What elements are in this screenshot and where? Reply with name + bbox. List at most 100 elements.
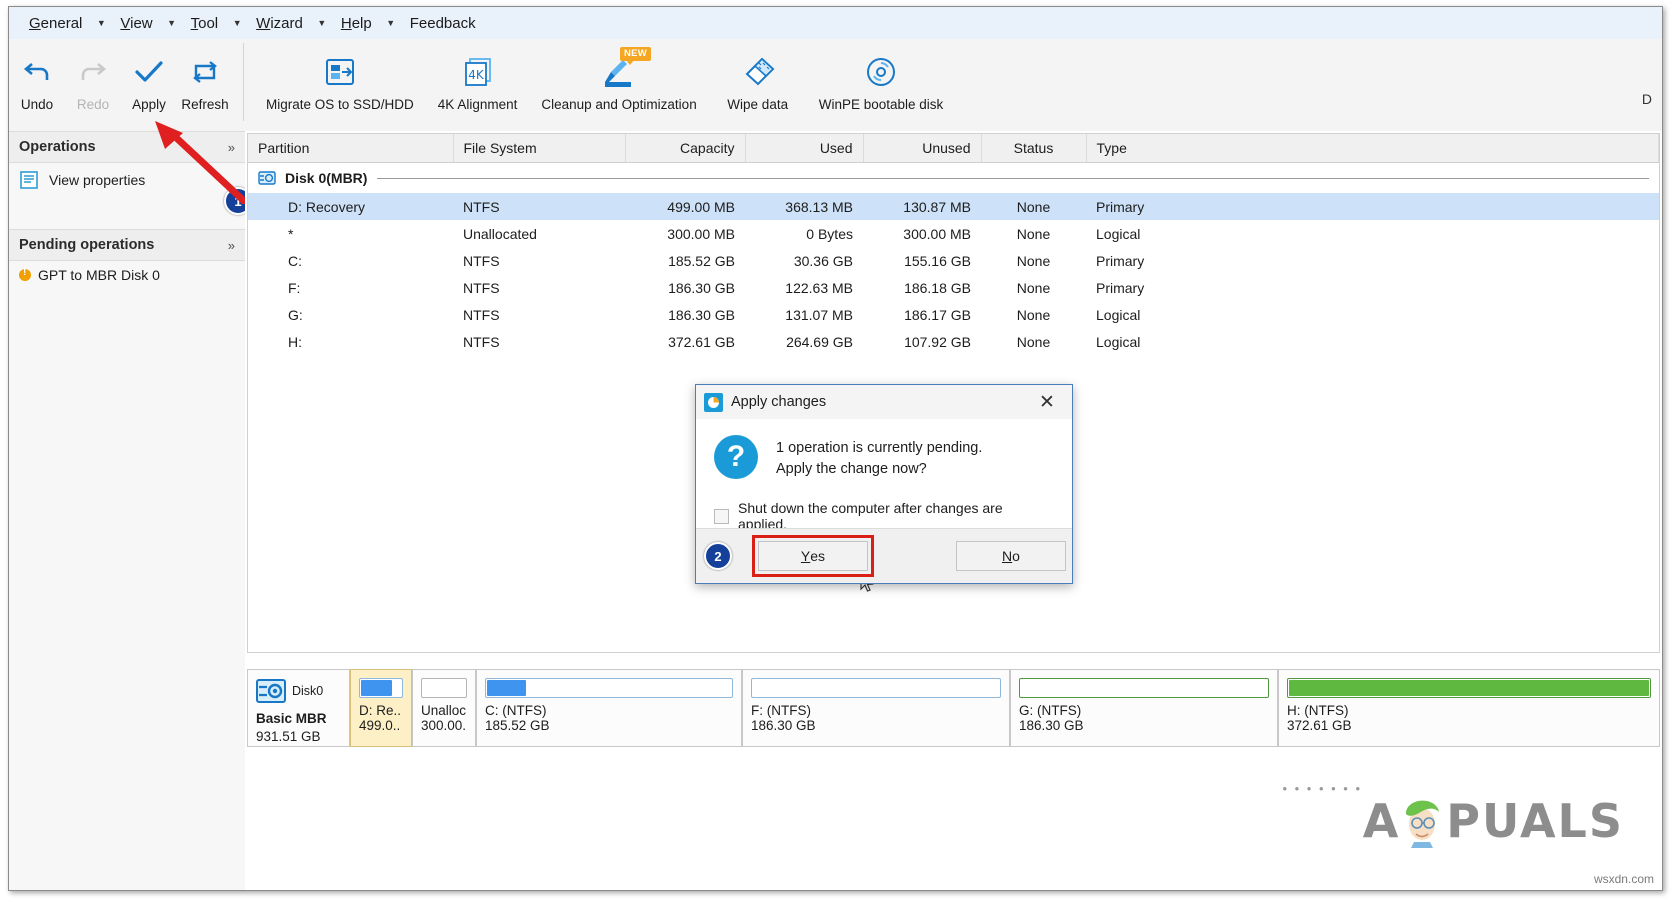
no-button[interactable]: No [956,541,1066,571]
apply-button[interactable]: Apply [121,39,177,135]
usage-bar [751,678,1001,698]
menu-item-feedback[interactable]: Feedback [404,12,482,35]
operations-title: Operations [19,139,228,155]
table-row[interactable]: G: NTFS 186.30 GB 131.07 MB 186.17 GB No… [248,301,1659,328]
cell-type: Logical [1086,220,1659,247]
migrate-os-label: Migrate OS to SSD/HDD [266,97,414,112]
disk-map-cell-label: C: (NTFS) [485,703,733,718]
disk-map-cell-unallocated[interactable]: Unalloc... 300.00.. [412,669,476,747]
cell-file-system: NTFS [453,247,625,274]
menu-bar: GGeneraleneral ▼ View ▼ Tool ▼ Wizard ▼ … [9,7,1662,40]
disk-group-row[interactable]: Disk 0(MBR) [248,163,1659,194]
pending-operations-section-header[interactable]: Pending operations » [9,229,245,261]
disk-icon-large [256,678,286,704]
menu-item-view[interactable]: View [114,12,158,35]
column-header-status[interactable]: Status [981,134,1086,163]
apply-label: Apply [132,97,166,112]
redo-icon [78,49,108,95]
cell-file-system: NTFS [453,328,625,355]
cell-used: 0 Bytes [745,220,863,247]
column-header-partition[interactable]: Partition [248,134,453,163]
usage-bar-fill [361,680,392,696]
chevron-up-icon-operations[interactable]: » [228,140,235,155]
refresh-label: Refresh [181,97,228,112]
column-header-used[interactable]: Used [745,134,863,163]
undo-label: Undo [21,97,53,112]
pending-operation-label: GPT to MBR Disk 0 [38,267,160,283]
cell-status: None [981,328,1086,355]
4k-alignment-button[interactable]: 4K 4K Alignment [426,39,530,135]
disk-map-cell-size: 372.61 GB [1287,718,1651,733]
sidebar: Operations » View properties Pending ope… [9,131,246,890]
yes-button[interactable]: Yes [758,541,868,571]
undo-icon [22,49,52,95]
disk-map-cell-g[interactable]: G: (NTFS) 186.30 GB [1010,669,1278,747]
check-icon [133,49,165,95]
column-header-capacity[interactable]: Capacity [625,134,745,163]
dialog-title: Apply changes [731,394,1030,410]
app-icon [704,393,723,412]
splitter-handle[interactable]: • • • • • • • [1282,781,1362,796]
new-badge: NEW [620,47,651,61]
cell-capacity: 186.30 GB [625,274,745,301]
wipe-data-label: Wipe data [727,97,788,112]
disk-map-cell-c[interactable]: C: (NTFS) 185.52 GB [476,669,742,747]
sidebar-item-view-properties[interactable]: View properties [9,163,245,197]
winpe-disc-icon [864,49,898,95]
menu-item-help[interactable]: Help [335,12,378,35]
disk-map-cell-label: G: (NTFS) [1019,703,1269,718]
winpe-bootable-disk-button[interactable]: WinPE bootable disk [807,39,956,135]
menu-caret-general[interactable]: ▼ [90,19,112,28]
disk-group-label: Disk 0(MBR) [285,170,367,186]
step-2-badge: 2 [704,542,732,570]
cell-used: 264.69 GB [745,328,863,355]
cell-partition: * [248,220,453,247]
menu-item-general[interactable]: GGeneraleneral [23,12,88,35]
disk-map-cell-size: 185.52 GB [485,718,733,733]
cell-capacity: 499.00 MB [625,193,745,220]
table-row[interactable]: H: NTFS 372.61 GB 264.69 GB 107.92 GB No… [248,328,1659,355]
cell-status: None [981,247,1086,274]
usage-bar [421,678,467,698]
close-icon[interactable]: ✕ [1030,388,1064,416]
disk-map-cell-h[interactable]: H: (NTFS) 372.61 GB [1278,669,1660,747]
migrate-os-button[interactable]: Migrate OS to SSD/HDD [254,39,426,135]
column-header-unused[interactable]: Unused [863,134,981,163]
menu-caret-view[interactable]: ▼ [161,19,183,28]
pending-operation-item[interactable]: GPT to MBR Disk 0 [9,261,245,289]
column-header-type[interactable]: Type [1086,134,1659,163]
table-row[interactable]: D: Recovery NTFS 499.00 MB 368.13 MB 130… [248,193,1659,220]
view-properties-label: View properties [49,172,145,188]
menu-caret-tool[interactable]: ▼ [226,19,248,28]
cell-type: Primary [1086,193,1659,220]
shutdown-checkbox[interactable] [714,509,729,524]
cell-file-system: NTFS [453,193,625,220]
menu-caret-wizard[interactable]: ▼ [311,19,333,28]
cell-unused: 130.87 MB [863,193,981,220]
operations-section-header[interactable]: Operations » [9,131,245,163]
undo-button[interactable]: Undo [9,39,65,135]
chevron-up-icon-pending[interactable]: » [228,238,235,253]
yes-button-highlight: Yes [752,535,874,577]
menu-item-wizard[interactable]: Wizard [250,12,309,35]
redo-button[interactable]: Redo [65,39,121,135]
table-row[interactable]: * Unallocated 300.00 MB 0 Bytes 300.00 M… [248,220,1659,247]
migrate-os-icon [323,49,357,95]
redo-label: Redo [77,97,109,112]
wipe-data-button[interactable]: Wipe data [709,39,807,135]
refresh-button[interactable]: Refresh [177,39,233,135]
question-icon: ? [714,435,758,479]
cleanup-optimization-button[interactable]: NEW Cleanup and Optimization [529,39,708,135]
disk-map-cell-label: Unalloc... [421,703,467,718]
menu-item-tool[interactable]: Tool [185,12,225,35]
table-row[interactable]: F: NTFS 186.30 GB 122.63 MB 186.18 GB No… [248,274,1659,301]
svg-text:4K: 4K [468,68,485,82]
disk-icon [258,169,276,187]
disk-map-disk-header[interactable]: Disk0 Basic MBR 931.51 GB [247,669,350,747]
menu-caret-help[interactable]: ▼ [380,19,402,28]
disk-map-cell-f[interactable]: F: (NTFS) 186.30 GB [742,669,1010,747]
column-header-file-system[interactable]: File System [453,134,625,163]
dialog-title-bar: Apply changes ✕ [696,385,1072,419]
table-row[interactable]: C: NTFS 185.52 GB 30.36 GB 155.16 GB Non… [248,247,1659,274]
disk-map-cell-d[interactable]: D: Re.. 499.0.. [350,669,412,747]
